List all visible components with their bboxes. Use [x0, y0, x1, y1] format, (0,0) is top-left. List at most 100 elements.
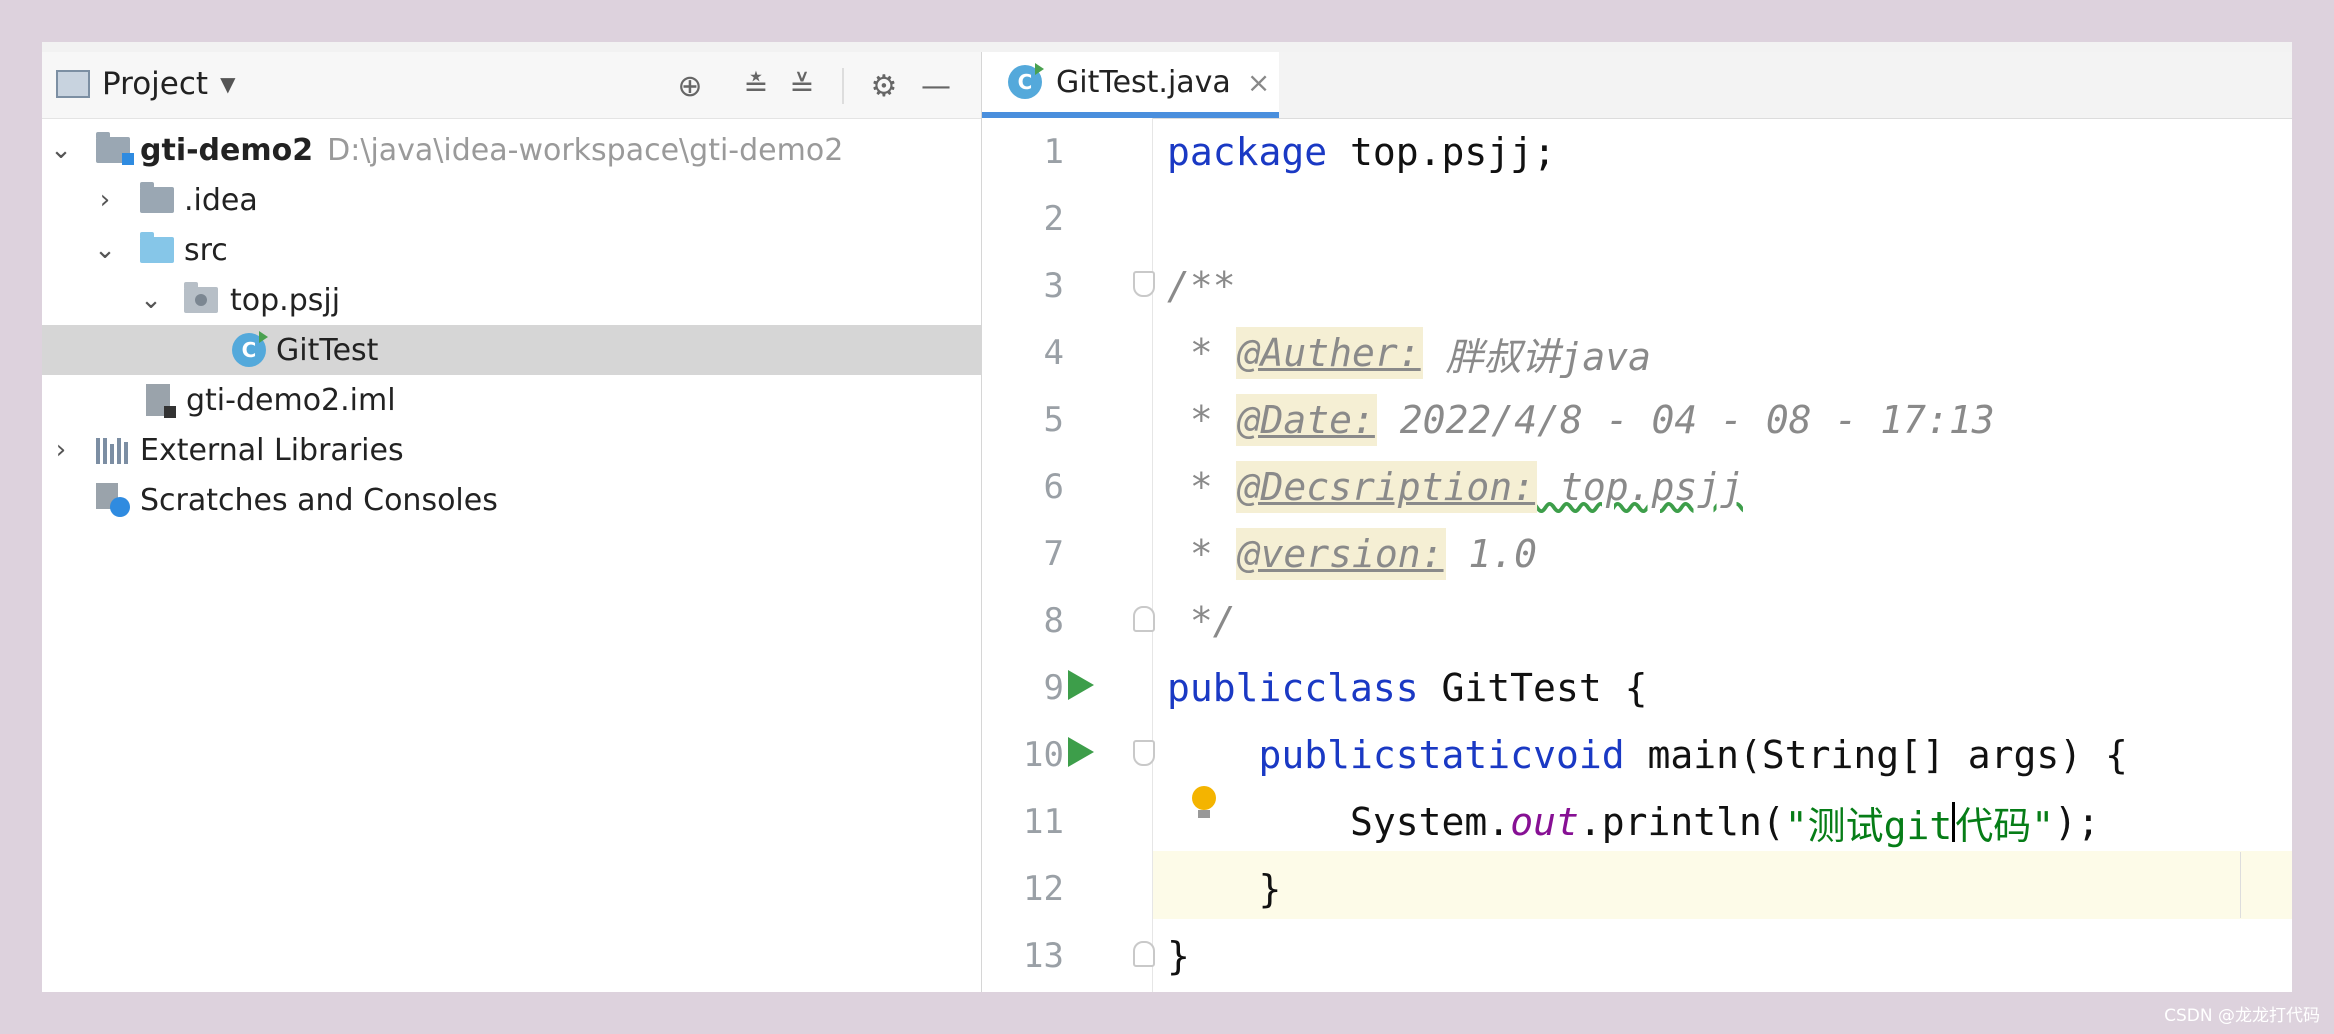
line-number: 13 [1023, 936, 1064, 976]
code-token: .println( [1578, 800, 1785, 844]
gear-icon[interactable]: ⚙ [864, 66, 904, 106]
tree-item-label: External Libraries [140, 432, 404, 468]
code-token: package [1167, 130, 1328, 174]
run-class-icon[interactable] [1068, 670, 1094, 700]
libraries-icon [96, 436, 132, 464]
project-icon [56, 70, 90, 98]
line-number: 3 [1043, 266, 1064, 306]
code-token: ); [2054, 800, 2100, 844]
tree-item-gti-demo2[interactable]: ⌄ gti-demo2 D:\java\idea-workspace\gti-de… [42, 125, 981, 175]
line-number: 11 [1023, 802, 1064, 842]
tree-item-label: src [184, 232, 228, 268]
string-literal: "测试git [1784, 803, 1953, 848]
expand-all-icon[interactable]: ≛ [736, 66, 776, 106]
tree-item-iml[interactable]: gti-demo2.iml [42, 375, 981, 425]
line-number: 7 [1043, 534, 1064, 574]
code-line-10[interactable]: public static void main(String[] args) { [1167, 721, 2128, 789]
tree-item-label: .idea [184, 182, 258, 218]
package-icon [184, 282, 218, 313]
code-token: 2022/4/8 - 04 - 08 - 17:13 [1376, 398, 1995, 442]
chevron-down-icon[interactable]: ⌄ [136, 285, 166, 315]
tree-item-idea[interactable]: › .idea [42, 175, 981, 225]
code-line-12[interactable]: } [1167, 855, 1282, 923]
fold-close-icon[interactable] [1133, 606, 1155, 632]
line-number: 9 [1043, 668, 1064, 708]
line-number: 6 [1043, 467, 1064, 507]
chevron-down-icon[interactable]: ⌄ [46, 135, 76, 165]
code-token: * [1167, 398, 1236, 442]
collapse-all-icon[interactable]: ≚ [782, 66, 822, 106]
chevron-right-icon[interactable]: › [46, 435, 76, 465]
tab-gittest-java[interactable]: C GitTest.java × [982, 52, 1279, 118]
java-class-icon: C [1008, 63, 1044, 99]
code-token: */ [1167, 599, 1236, 643]
code-line-11[interactable]: System. out .println("测试git 代码"); [1167, 788, 2100, 856]
tree-item-src[interactable]: ⌄ src [42, 225, 981, 275]
code-token: * [1167, 532, 1236, 576]
code-line-3[interactable]: /** [1167, 252, 1236, 320]
code-token: GitTest { [1418, 666, 1648, 710]
code-token: static [1395, 733, 1534, 777]
tree-item-label: gti-demo2 [140, 132, 314, 168]
code-token: out [1510, 800, 1579, 844]
editor-tab-bar: C GitTest.java × [982, 52, 2292, 119]
fold-open-icon[interactable] [1133, 271, 1155, 297]
tree-item-external-libraries[interactable]: › External Libraries [42, 425, 981, 475]
code-line-9[interactable]: public class GitTest { [1167, 654, 1647, 722]
dropdown-icon: ▼ [220, 72, 236, 96]
minimize-icon[interactable]: — [916, 66, 956, 106]
line-number: 5 [1043, 400, 1064, 440]
code-token: * [1167, 465, 1236, 509]
tree-item-top-psjj[interactable]: ⌄ top.psjj [42, 275, 981, 325]
tree-item-gittest[interactable]: C GitTest [42, 325, 981, 375]
code-line-4[interactable]: * @Auther: 胖叔讲java [1167, 319, 1651, 387]
code-line-13[interactable]: } [1167, 922, 1190, 990]
code-line-7[interactable]: * @version: 1.0 [1167, 520, 1537, 588]
chevron-right-icon[interactable]: › [90, 185, 120, 215]
source-folder-icon [140, 232, 174, 263]
code-line-6[interactable]: * @Decsription: top.psjj [1167, 453, 1743, 521]
project-path: D:\java\idea-workspace\gti-demo2 [327, 132, 844, 168]
code-line-1[interactable]: package top.psjj; [1167, 118, 1556, 186]
iml-file-icon [146, 384, 176, 418]
run-main-icon[interactable] [1068, 737, 1094, 767]
watermark: CSDN @龙龙打代码 [2164, 1006, 2320, 1026]
tree-item-label-wrap: gti-demo2 D:\java\idea-workspace\gti-demo… [140, 133, 843, 168]
fold-close-icon[interactable] [1133, 941, 1155, 967]
project-title: Project [102, 66, 209, 102]
code-line-8[interactable]: */ [1167, 587, 1236, 655]
javadoc-tag: @Date: [1235, 394, 1377, 446]
code-line-5[interactable]: * @Date: 2022/4/8 - 04 - 08 - 17:13 [1167, 386, 1995, 454]
tree-item-label: gti-demo2.iml [186, 382, 396, 418]
close-icon[interactable]: × [1247, 66, 1270, 99]
code-token: } [1167, 867, 1282, 911]
line-number: 1 [1043, 132, 1064, 172]
tree-item-label: top.psjj [230, 282, 341, 318]
tab-label: GitTest.java [1056, 64, 1231, 100]
ide-window: Project ▼ ⊕ ≛ ≚ ⚙ — ⌄ gti-demo2 D:\java\i… [42, 42, 2292, 992]
code-token: top.psjj [1537, 465, 1743, 509]
indent-guide [2240, 852, 2241, 918]
code-token: void [1533, 733, 1625, 777]
project-panel-header: Project ▼ ⊕ ≛ ≚ ⚙ — [42, 52, 981, 119]
code-token: class [1304, 666, 1419, 710]
code-token: System. [1350, 800, 1511, 844]
code-token: 胖叔讲java [1422, 334, 1652, 379]
code-token: 1.0 [1445, 532, 1538, 576]
string-literal: 代码" [1955, 803, 2055, 848]
code-token: public [1167, 666, 1305, 710]
code-token: public [1258, 733, 1396, 777]
editor-gutter: 1 2 3 4 5 6 7 8 9 10 11 12 13 [982, 118, 1155, 992]
javadoc-tag: @version: [1235, 528, 1446, 580]
chevron-down-icon[interactable]: ⌄ [90, 235, 120, 265]
locate-icon[interactable]: ⊕ [670, 66, 710, 106]
tree-item-scratches[interactable]: Scratches and Consoles [42, 475, 981, 525]
line-number: 8 [1043, 601, 1064, 641]
code-token: top.psjj; [1327, 130, 1556, 174]
module-folder-icon [96, 132, 134, 165]
fold-open-icon[interactable] [1133, 740, 1155, 766]
project-view-selector[interactable]: Project ▼ [56, 64, 235, 104]
line-number: 2 [1043, 199, 1064, 239]
javadoc-tag: @Decsription: [1235, 461, 1538, 513]
